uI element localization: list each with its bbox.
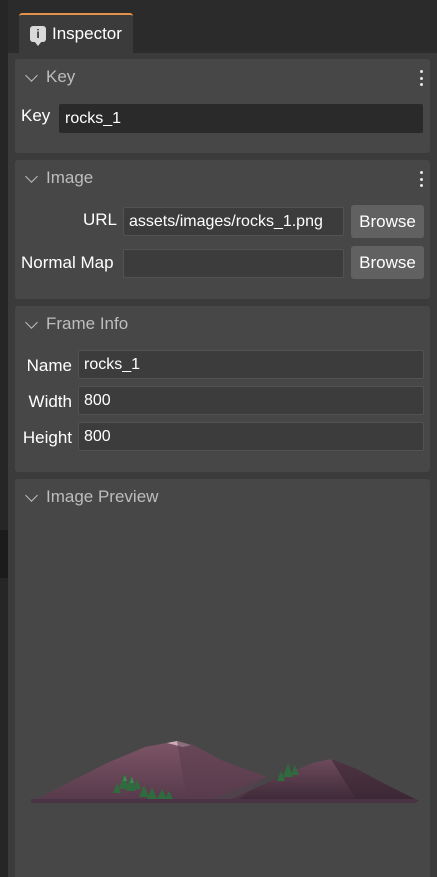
image-preview-section: Image Preview xyxy=(15,479,430,877)
url-input[interactable]: assets/images/rocks_1.png xyxy=(123,207,344,236)
tab-inspector[interactable]: i Inspector xyxy=(19,13,133,53)
tab-label: Inspector xyxy=(52,24,122,43)
url-label: URL xyxy=(82,210,117,229)
browse-url-button[interactable]: Browse xyxy=(351,205,424,238)
key-label: Key xyxy=(21,106,51,125)
adjacent-panel-handle xyxy=(0,530,8,578)
info-bubble-icon: i xyxy=(30,26,46,46)
inspector-panel: Key Key rocks_1 Image URL assets/images/… xyxy=(8,53,437,877)
name-label: Name xyxy=(26,356,72,375)
image-section: Image URL assets/images/rocks_1.png Brow… xyxy=(15,160,430,299)
more-options-icon[interactable] xyxy=(418,70,424,86)
image-preview xyxy=(27,729,419,809)
height-input[interactable]: 800 xyxy=(78,422,424,451)
name-input[interactable]: rocks_1 xyxy=(78,350,424,379)
image-preview-section-header[interactable]: Image Preview xyxy=(15,479,430,515)
key-section: Key Key rocks_1 xyxy=(15,59,430,153)
tab-bar: i Inspector xyxy=(8,0,437,53)
width-input[interactable]: 800 xyxy=(78,386,424,415)
frame-info-section-header[interactable]: Frame Info xyxy=(15,306,430,342)
normal-map-input[interactable] xyxy=(123,249,344,278)
adjacent-panel-edge xyxy=(0,0,8,877)
more-options-icon[interactable] xyxy=(418,171,424,187)
key-input[interactable]: rocks_1 xyxy=(59,104,423,133)
section-title: Image Preview xyxy=(46,487,159,506)
width-label: Width xyxy=(28,392,72,411)
section-title: Key xyxy=(46,67,76,86)
section-title: Image xyxy=(46,168,94,187)
chevron-down-icon xyxy=(25,169,38,183)
image-section-header[interactable]: Image xyxy=(15,160,430,196)
chevron-down-icon xyxy=(25,315,38,329)
key-section-header[interactable]: Key xyxy=(15,59,430,95)
mountain-rocks-preview xyxy=(31,741,419,803)
browse-normal-map-button[interactable]: Browse xyxy=(351,246,424,279)
section-title: Frame Info xyxy=(46,314,129,333)
height-label: Height xyxy=(22,428,72,447)
chevron-down-icon xyxy=(25,488,38,502)
frame-info-section: Frame Info Name rocks_1 Width 800 Height… xyxy=(15,306,430,472)
normal-map-label: Normal Map xyxy=(21,253,114,272)
chevron-down-icon xyxy=(25,68,38,82)
